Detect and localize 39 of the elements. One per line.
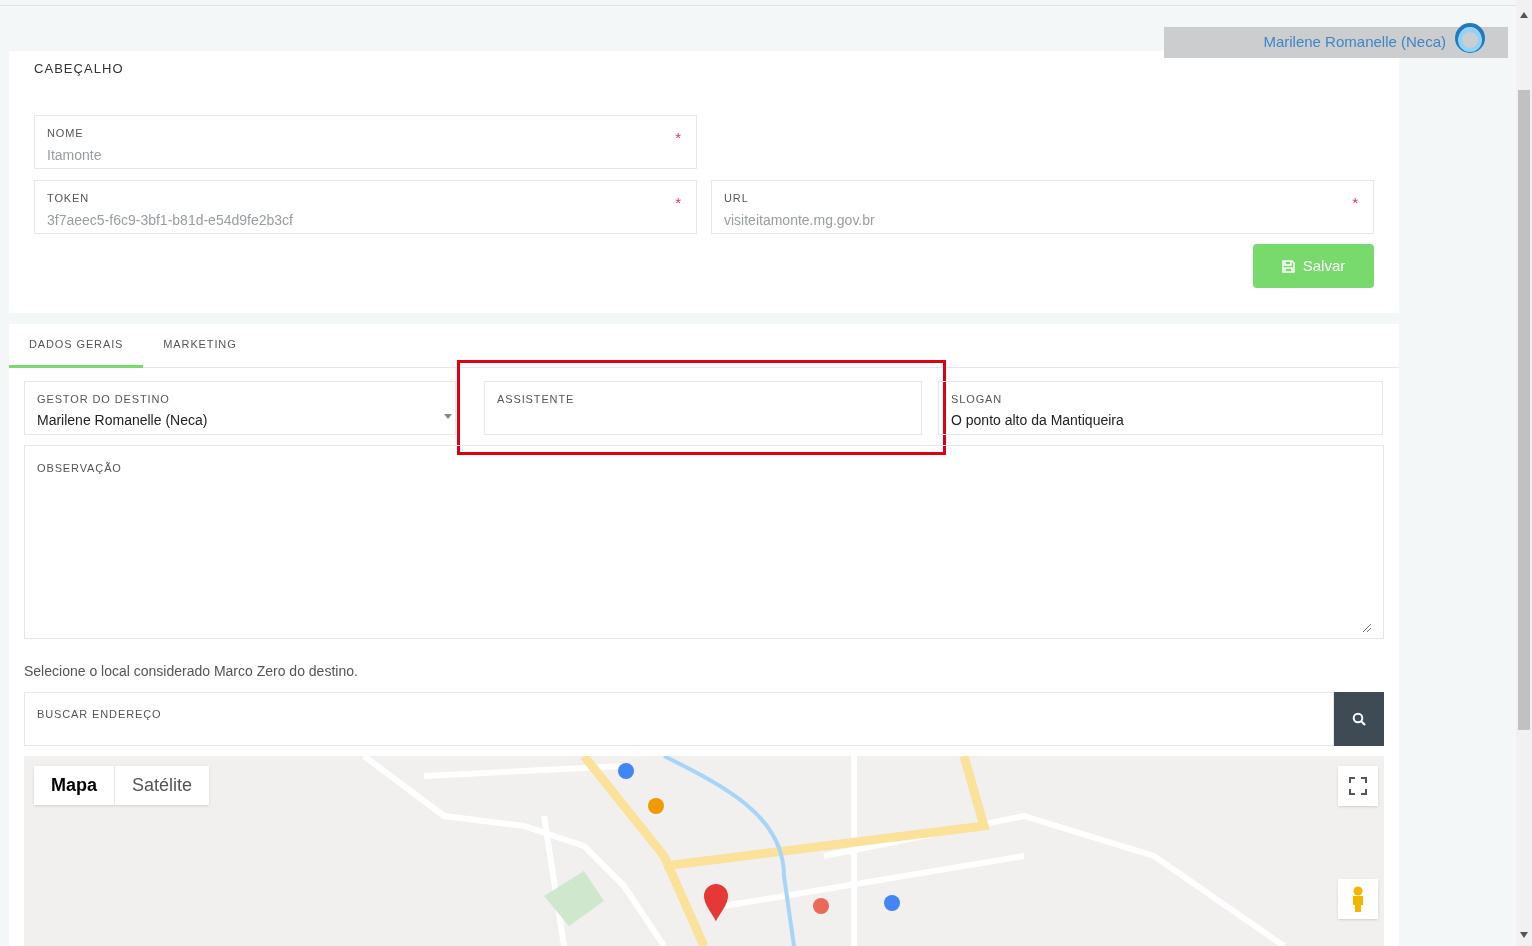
required-marker: *	[675, 193, 681, 213]
fullscreen-button[interactable]	[1338, 766, 1378, 806]
required-marker: *	[675, 128, 681, 148]
tab[interactable]: MARKETING	[143, 324, 257, 368]
field-label: ASSISTENTE	[497, 392, 575, 407]
fullscreen-icon	[1349, 777, 1367, 795]
field-label: BUSCAR ENDEREÇO	[37, 708, 162, 720]
scroll-down-icon[interactable]	[1520, 932, 1528, 938]
field-value: 3f7aeec5-f6c9-3bf1-b81d-e54d9fe2b3cf	[47, 210, 293, 230]
text-field[interactable]: SLOGAN O ponto alto da Mantiqueira	[938, 381, 1383, 435]
map-type-tab[interactable]: Mapa	[34, 766, 114, 805]
person-icon	[1350, 886, 1366, 912]
field-label: URL	[724, 191, 749, 206]
scrollbar-thumb[interactable]	[1518, 90, 1530, 730]
dropdown-caret-icon	[444, 414, 452, 419]
text-field[interactable]: ASSISTENTE	[484, 381, 922, 435]
field-value: O ponto alto da Mantiqueira	[951, 410, 1124, 430]
resize-handle-icon[interactable]	[1362, 623, 1371, 632]
field-label: NOME	[47, 126, 84, 141]
field-value: visiteitamonte.mg.gov.br	[724, 210, 875, 230]
field-label: GESTOR DO DESTINO	[37, 392, 170, 407]
tab[interactable]: DADOS GERAIS	[9, 324, 144, 368]
scrollbar[interactable]	[1516, 0, 1532, 946]
observation-field[interactable]: OBSERVAÇÃO	[24, 445, 1384, 639]
search-icon	[1352, 712, 1366, 726]
hint-text: Selecione o local considerado Marco Zero do destino.	[24, 662, 359, 681]
field-value: Marilene Romanelle (Neca)	[37, 410, 208, 430]
required-marker: *	[1352, 193, 1358, 213]
field-label: TOKEN	[47, 191, 90, 206]
field-label: OBSERVAÇÃO	[37, 462, 122, 474]
select-field[interactable]: GESTOR DO DESTINO Marilene Romanelle (Neca)	[24, 381, 456, 435]
power-icon[interactable]	[1454, 21, 1486, 54]
map-type-tab[interactable]: Satélite	[114, 766, 210, 805]
field-value: Itamonte	[47, 145, 102, 165]
field-label: SLOGAN	[951, 392, 1003, 407]
scroll-up-icon[interactable]	[1520, 12, 1528, 18]
search-button[interactable]	[1334, 692, 1384, 746]
section-title: CABEÇALHO	[34, 60, 125, 78]
address-search-field[interactable]: BUSCAR ENDEREÇO	[24, 692, 1334, 746]
